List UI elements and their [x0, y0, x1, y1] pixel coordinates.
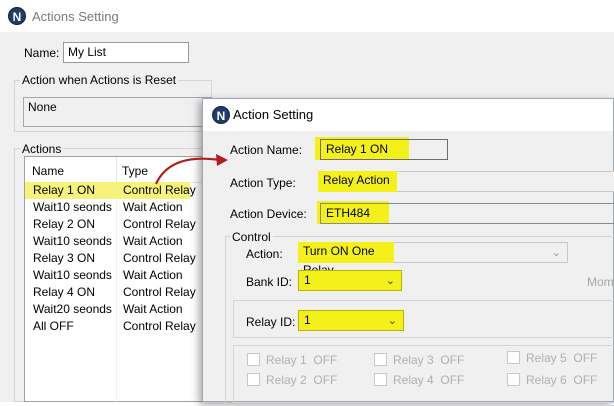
arrow-curve — [154, 157, 221, 185]
annotation-arrow — [154, 154, 228, 185]
arrow-head — [216, 154, 228, 166]
